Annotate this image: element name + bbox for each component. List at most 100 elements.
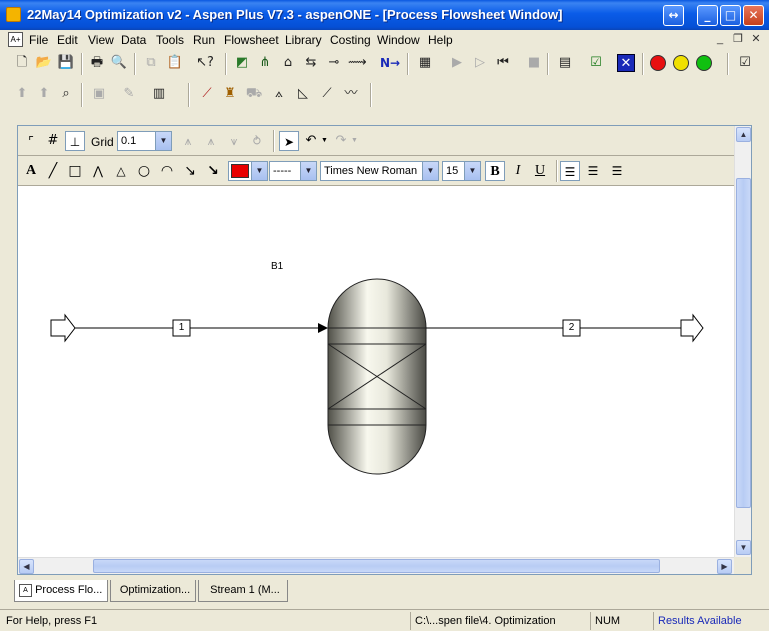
simulation-settings-icon[interactable]: ☑ (736, 54, 754, 72)
run-icon[interactable]: ▶ (448, 54, 466, 72)
plot-y-icon[interactable]: 〰 (342, 85, 360, 103)
results-icon[interactable]: ▤ (556, 54, 574, 72)
menu-window[interactable]: Window (377, 33, 420, 47)
menu-edit[interactable]: Edit (57, 33, 78, 47)
unit-op-icon[interactable]: ⬆ (13, 85, 31, 103)
title-bar[interactable]: 22May14 Optimization v2 - Aspen Plus V7.… (0, 0, 769, 30)
print-icon[interactable]: 🖶 (88, 54, 106, 72)
redo-icon[interactable]: ↷ (331, 131, 351, 151)
flowsheet-canvas[interactable]: B1 1 2 (18, 187, 734, 557)
design-spec-icon[interactable]: ⟿ (348, 54, 367, 72)
scroll-up-button[interactable]: ▲ (736, 127, 751, 142)
plot-x-icon[interactable]: ⟋ (318, 85, 336, 103)
triangle-diagram-icon[interactable]: ◺ (294, 85, 312, 103)
status-light-green-icon[interactable] (696, 55, 712, 71)
fill-color-select[interactable]: ▼ (228, 161, 268, 181)
rotate-icon[interactable]: ⥁ (247, 131, 267, 151)
menu-file[interactable]: File (29, 33, 48, 47)
feed-arrow-icon[interactable] (50, 313, 76, 343)
tab-process-flowsheet[interactable]: A Process Flo... (14, 580, 108, 602)
model-library-icon[interactable]: ⌂ (279, 54, 297, 72)
horizontal-scrollbar[interactable]: ◀ ▶ (18, 557, 734, 574)
bold-button[interactable]: B (485, 161, 505, 181)
tab-optimization[interactable]: Optimization... (110, 580, 196, 602)
minimize-button[interactable]: _ (697, 5, 718, 26)
text-align-right-icon[interactable]: ☰ (607, 161, 627, 181)
menu-costing[interactable]: Costing (330, 33, 371, 47)
data-browser-icon[interactable]: ◩ (233, 54, 251, 72)
reinitialize-icon[interactable]: ⏮ (494, 54, 512, 72)
menu-data[interactable]: Data (121, 33, 146, 47)
undo-icon[interactable]: ↶ (301, 131, 321, 151)
chevron-down-icon[interactable]: ▼ (251, 162, 267, 180)
rectangle-tool-icon[interactable]: □ (65, 161, 85, 181)
binary-analysis-icon[interactable]: ⛟ (245, 85, 263, 103)
snap-to-grid-icon[interactable]: ⊥ (65, 131, 85, 151)
tab-stream-1[interactable]: Stream 1 (M... (198, 580, 288, 602)
cancel-icon[interactable]: ✕ (617, 54, 635, 72)
stream-1-label[interactable]: 1 (173, 322, 190, 333)
plot-icon[interactable]: ▥ (150, 85, 168, 103)
sensitivity-icon[interactable]: ⊸ (325, 54, 343, 72)
product-arrow-icon[interactable] (680, 313, 704, 343)
stream-table-icon[interactable]: ⬆ (35, 85, 53, 103)
document-icon[interactable]: A+ (8, 32, 23, 47)
horizontal-scroll-thumb[interactable] (93, 559, 660, 573)
vertical-scroll-thumb[interactable] (736, 178, 751, 508)
underline-button[interactable]: U (530, 161, 550, 181)
menu-tools[interactable]: Tools (156, 33, 184, 47)
scroll-left-button[interactable]: ◀ (19, 559, 34, 574)
chevron-down-icon[interactable]: ▼ (422, 162, 438, 180)
align-right-icon[interactable]: ⩚ (201, 131, 221, 151)
status-light-yellow-icon[interactable] (673, 55, 689, 71)
annotation-icon[interactable]: ✎ (120, 85, 138, 103)
ellipse-tool-icon[interactable]: ○ (134, 161, 154, 181)
flowsheet-connect-icon[interactable]: ⋔ (256, 54, 274, 72)
mdi-restore-button[interactable]: ❐ (731, 32, 745, 46)
next-icon[interactable]: N→ (378, 54, 402, 72)
arc-tool-icon[interactable]: ◠ (157, 161, 177, 181)
text-align-center-icon[interactable]: ☰ (583, 161, 603, 181)
new-file-icon[interactable]: 🗋 (13, 54, 31, 72)
paste-icon[interactable]: 📋 (166, 54, 184, 72)
chevron-down-icon[interactable]: ▼ (300, 162, 316, 180)
font-name-select[interactable]: Times New Roman ▼ (320, 161, 439, 181)
menu-library[interactable]: Library (285, 33, 322, 47)
pressure-analysis-icon[interactable]: ⟑ (270, 85, 288, 103)
restore-layout-button[interactable]: ↔ (663, 5, 684, 26)
italic-button[interactable]: I (508, 161, 528, 181)
step-icon[interactable]: ▷ (471, 54, 489, 72)
undo-dropdown-icon[interactable]: ▼ (321, 137, 328, 144)
copy-icon[interactable]: ⧉ (142, 54, 160, 72)
text-tool-icon[interactable]: A (21, 161, 41, 181)
arrow-bold-icon[interactable]: ↘ (203, 161, 223, 181)
line-style-select[interactable]: ----- ▼ (269, 161, 317, 181)
text-align-left-icon[interactable]: ☰ (560, 161, 580, 181)
menu-flowsheet[interactable]: Flowsheet (224, 33, 279, 47)
aspen-app-icon[interactable] (6, 7, 21, 22)
property-analysis-icon[interactable]: ♜ (221, 85, 239, 103)
line-tool-icon[interactable]: ╱ (43, 161, 63, 181)
scroll-right-button[interactable]: ▶ (717, 559, 732, 574)
maximize-button[interactable]: □ (720, 5, 741, 26)
polygon-tool-icon[interactable]: ⋀ (88, 161, 108, 181)
vertical-scrollbar[interactable]: ▲ ▼ (734, 126, 751, 557)
plot-wizard-icon[interactable]: ⟋ (198, 85, 216, 103)
arrow-line-icon[interactable]: ↘ (180, 161, 200, 181)
menu-view[interactable]: View (88, 33, 114, 47)
scroll-down-button[interactable]: ▼ (736, 540, 751, 555)
chevron-down-icon[interactable]: ▼ (155, 132, 171, 150)
align-left-icon[interactable]: ⩚ (178, 131, 198, 151)
open-folder-icon[interactable]: 📂 (35, 54, 53, 72)
stream-icon[interactable]: ⇆ (302, 54, 320, 72)
grid-icon[interactable]: # (43, 131, 63, 151)
select-pointer-icon[interactable]: ➤ (279, 131, 299, 151)
mdi-minimize-button[interactable]: _ (713, 32, 727, 46)
save-icon[interactable]: 💾 (57, 54, 75, 72)
menu-help[interactable]: Help (428, 33, 453, 47)
menu-run[interactable]: Run (193, 33, 215, 47)
control-panel-icon[interactable]: ▦ (416, 54, 434, 72)
grid-size-select[interactable]: 0.1 ▼ (117, 131, 172, 151)
chevron-down-icon[interactable]: ▼ (464, 162, 480, 180)
align-center-icon[interactable]: ⩛ (224, 131, 244, 151)
